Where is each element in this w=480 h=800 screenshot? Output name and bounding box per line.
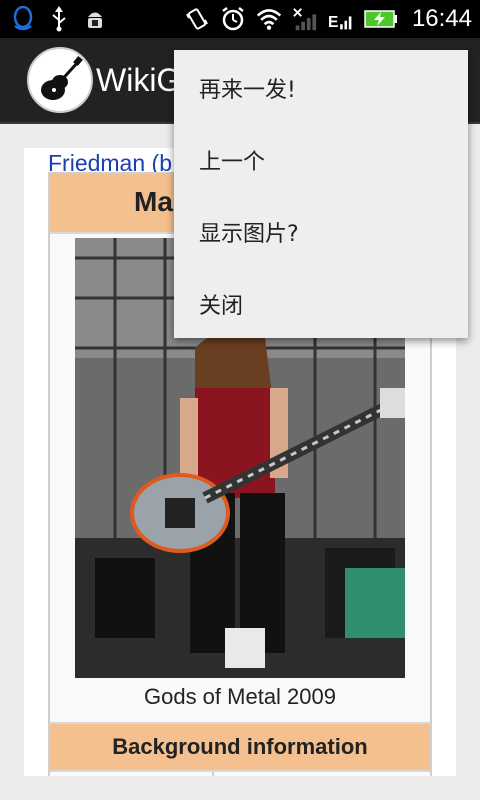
background-information-label: Background information — [112, 734, 368, 759]
menu-item-label: 显示图片? — [199, 222, 299, 247]
vibrate-icon — [184, 6, 210, 32]
status-clock: 16:44 — [411, 5, 472, 32]
svg-text:E: E — [328, 14, 338, 31]
usb-icon — [46, 6, 72, 32]
status-bar: E 16:44 — [0, 0, 480, 38]
android-debug-icon — [82, 6, 108, 32]
background-information-header: Background information — [50, 722, 430, 772]
status-system-icons: E 16:44 — [184, 4, 472, 34]
alarm-icon — [220, 6, 246, 32]
menu-item-again[interactable]: 再来一发! — [174, 50, 468, 122]
menu-item-label: 关闭 — [199, 294, 244, 319]
edge-signal-icon: E — [328, 6, 354, 32]
menu-item-close[interactable]: 关闭 — [174, 266, 468, 338]
table-divider — [212, 772, 214, 776]
no-signal-icon — [292, 6, 318, 32]
app-title: WikiG — [96, 62, 182, 98]
battery-charging-icon — [364, 6, 398, 32]
menu-item-label: 上一个 — [199, 150, 266, 175]
guitar-icon[interactable] — [27, 47, 93, 113]
wifi-icon — [256, 6, 282, 32]
menu-item-label: 再来一发! — [199, 78, 296, 103]
overflow-menu: 再来一发! 上一个 显示图片? 关闭 — [174, 50, 468, 338]
menu-item-previous[interactable]: 上一个 — [174, 122, 468, 194]
menu-item-show-images[interactable]: 显示图片? — [174, 194, 468, 266]
photo-caption: Gods of Metal 2009 — [143, 684, 336, 709]
qq-icon — [10, 6, 36, 32]
status-notification-icons — [10, 4, 108, 34]
infobox-title-text: Ma — [134, 186, 173, 217]
